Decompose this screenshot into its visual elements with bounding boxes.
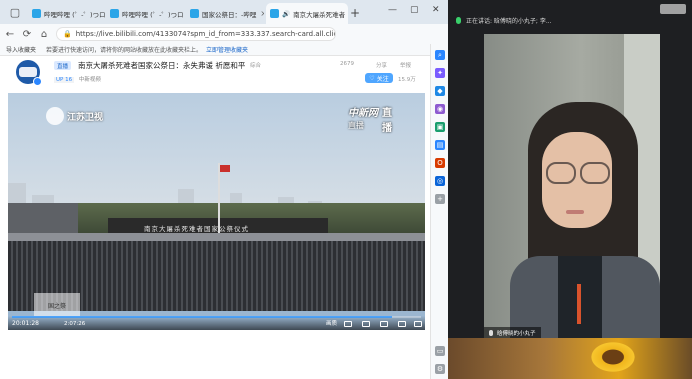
close-window-icon[interactable]: ✕	[432, 5, 440, 15]
video-flag	[220, 165, 230, 172]
bilibili-favicon-icon	[190, 9, 199, 18]
tab-label: 哔哩哔哩 (゜-゜)つロ	[44, 10, 106, 19]
video-flagpole	[218, 163, 220, 238]
page-content: 直播 南京大屠杀死难者国家公祭日：永失弗谖 祈愿和平 综合 2679 分享 举报…	[0, 56, 430, 379]
heart-icon: ♡	[369, 74, 375, 82]
participant-name-tag: 晗傅晓的小丸子	[484, 327, 541, 338]
games-icon[interactable]: ◉	[435, 104, 445, 114]
report-link[interactable]: 举报	[400, 61, 411, 69]
refresh-icon[interactable]: ⟳	[20, 27, 34, 41]
chinanews-watermark: 中新网 直播 直播	[348, 101, 392, 134]
office-icon[interactable]: O	[435, 158, 445, 168]
tab-bilibili-2[interactable]: 哔哩哔哩 (゜-゜)つロ ×	[106, 3, 184, 24]
quality-button[interactable]: 画质	[326, 319, 337, 327]
screen: ▢ 哔哩哔哩 (゜-゜)つロ × 哔哩哔哩 (゜-゜)つロ × 国家公祭日：-哔…	[0, 0, 692, 379]
pip-icon[interactable]	[344, 321, 352, 327]
meeting-topright-control[interactable]	[660, 4, 686, 14]
fullscreen-icon[interactable]	[414, 321, 422, 327]
bilibili-favicon-icon	[32, 9, 41, 18]
sunflower-image	[588, 340, 638, 374]
search-icon[interactable]: ⌕	[435, 50, 445, 60]
shopping-icon[interactable]: ▤	[435, 140, 445, 150]
participant-zip	[577, 284, 581, 324]
maximize-icon[interactable]: ▢	[410, 5, 419, 15]
live-tag: 直播	[54, 61, 72, 70]
player-controls: 20:01:28 2:07:26 画质	[8, 316, 425, 330]
uploader-info: UP 16 中新视频	[54, 75, 101, 83]
share-link[interactable]: 分享	[376, 61, 387, 69]
bilibili-favicon-icon	[110, 9, 119, 18]
uploader-avatar[interactable]	[16, 60, 42, 86]
import-favorites-link[interactable]: 导入收藏夹	[6, 45, 36, 54]
participant-name: 晗傅晓的小丸子	[497, 330, 536, 337]
discover-icon[interactable]: ✦	[435, 68, 445, 78]
video-player[interactable]: 南京大屠杀死难者国家公祭仪式 江苏卫视 中新网 直播 直播 国之祭 20:01:…	[8, 93, 425, 330]
favorites-bar: 导入收藏夹 若要进行快速访问，请将你的网站收藏放在此收藏夹栏上。 立即管理收藏夹	[0, 44, 448, 56]
elapsed-time: 2:07:26	[64, 321, 86, 327]
video-banner-text: 南京大屠杀死难者国家公祭仪式	[144, 225, 249, 233]
tab-actions-icon[interactable]: ▢	[4, 3, 26, 21]
home-icon[interactable]: ⌂	[37, 27, 51, 41]
tools-icon[interactable]: ▣	[435, 122, 445, 132]
close-tab-icon[interactable]: ×	[260, 9, 264, 18]
live-watermark-sub: 直播	[348, 121, 364, 130]
tab-label: 南京大屠杀死难者	[293, 10, 346, 19]
participant-video[interactable]: 晗傅晓的小丸子	[484, 34, 660, 338]
tab-bilibili-1[interactable]: 哔哩哔哩 (゜-゜)つロ ×	[28, 3, 106, 24]
tag-icon[interactable]: ◆	[435, 86, 445, 96]
stream-category[interactable]: 综合	[250, 61, 261, 69]
view-count: 2679	[340, 61, 354, 67]
add-icon[interactable]: +	[435, 194, 445, 204]
manage-favorites-link[interactable]: 立即管理收藏夹	[206, 45, 248, 54]
glasses-right	[580, 162, 610, 184]
browser-window: ▢ 哔哩哔哩 (゜-゜)つロ × 哔哩哔哩 (゜-゜)つロ × 国家公祭日：-哔…	[0, 0, 448, 379]
chinanews-text: 中新网	[348, 108, 378, 119]
verified-badge-icon	[33, 77, 42, 86]
sidebar-toggle-icon[interactable]: ▭	[435, 346, 445, 356]
live-watermark-text: 直播	[382, 108, 392, 134]
jiangsu-tv-watermark: 江苏卫视	[46, 107, 103, 125]
meeting-panel: 正在讲话: 晗傅晓的小丸子; 李... 晗傅晓的小丸子	[448, 0, 692, 379]
stream-title: 南京大屠杀死难者国家公祭日：永失弗谖 祈愿和平	[78, 61, 246, 70]
lock-icon: 🔒	[63, 30, 72, 38]
follow-button[interactable]: ♡ 关注	[365, 73, 393, 83]
follow-label: 关注	[376, 75, 389, 83]
toolbar: ← ⟳ ⌂ 🔒 https://live.bilibili.com/413307…	[0, 24, 448, 62]
background-scenery	[448, 338, 692, 379]
danmaku-icon[interactable]	[362, 321, 370, 327]
jiangsu-tv-text: 江苏卫视	[67, 112, 104, 123]
favorites-notice: 若要进行快速访问，请将你的网站收藏放在此收藏夹栏上。	[46, 47, 203, 54]
tab-memorial-day[interactable]: 国家公祭日：-哔哩 ×	[186, 3, 264, 24]
minimize-icon[interactable]: —	[388, 5, 397, 15]
glasses-left	[546, 162, 576, 184]
jiangsu-tv-logo-icon	[46, 107, 64, 125]
speaking-indicator: 正在讲话: 晗傅晓的小丸子; 李...	[456, 16, 552, 25]
tab-label: 国家公祭日：-哔哩	[202, 10, 257, 19]
left-timestamp: 20:01:28	[12, 320, 39, 327]
back-icon[interactable]: ←	[3, 27, 17, 41]
outlook-icon[interactable]: ◎	[435, 176, 445, 186]
speaker-icon: 🔊	[282, 9, 291, 18]
tab-label: 哔哩哔哩 (゜-゜)つロ	[122, 10, 184, 19]
tab-strip: ▢ 哔哩哔哩 (゜-゜)つロ × 哔哩哔哩 (゜-゜)つロ × 国家公祭日：-哔…	[0, 0, 448, 24]
widescreen-icon[interactable]	[398, 321, 406, 327]
settings-icon[interactable]	[380, 321, 388, 327]
mic-active-icon	[456, 17, 461, 24]
speaking-text: 正在讲话: 晗傅晓的小丸子; 李...	[466, 18, 552, 25]
memorial-watermark: 国之祭	[34, 293, 80, 317]
url-text: https://live.bilibili.com/4133074?spm_id…	[75, 30, 336, 38]
participant-mouth	[566, 210, 584, 214]
fans-count: 15.9万	[398, 77, 416, 83]
address-bar[interactable]: 🔒 https://live.bilibili.com/4133074?spm_…	[56, 27, 336, 41]
tab-nanjing-live[interactable]: 🔊 南京大屠杀死难者 ×	[266, 3, 348, 24]
uploader-name[interactable]: 中新视频	[79, 77, 101, 83]
avatar-logo	[19, 67, 37, 77]
mic-icon	[489, 329, 493, 336]
up-level-badge: UP 16	[54, 77, 75, 83]
sidebar-settings-icon[interactable]: ⚙	[435, 364, 445, 374]
edge-sidebar: ⌕ ✦ ◆ ◉ ▣ ▤ O ◎ + ▭ ⚙	[430, 44, 448, 379]
bilibili-favicon-icon	[270, 9, 279, 18]
new-tab-button[interactable]: +	[350, 6, 360, 20]
